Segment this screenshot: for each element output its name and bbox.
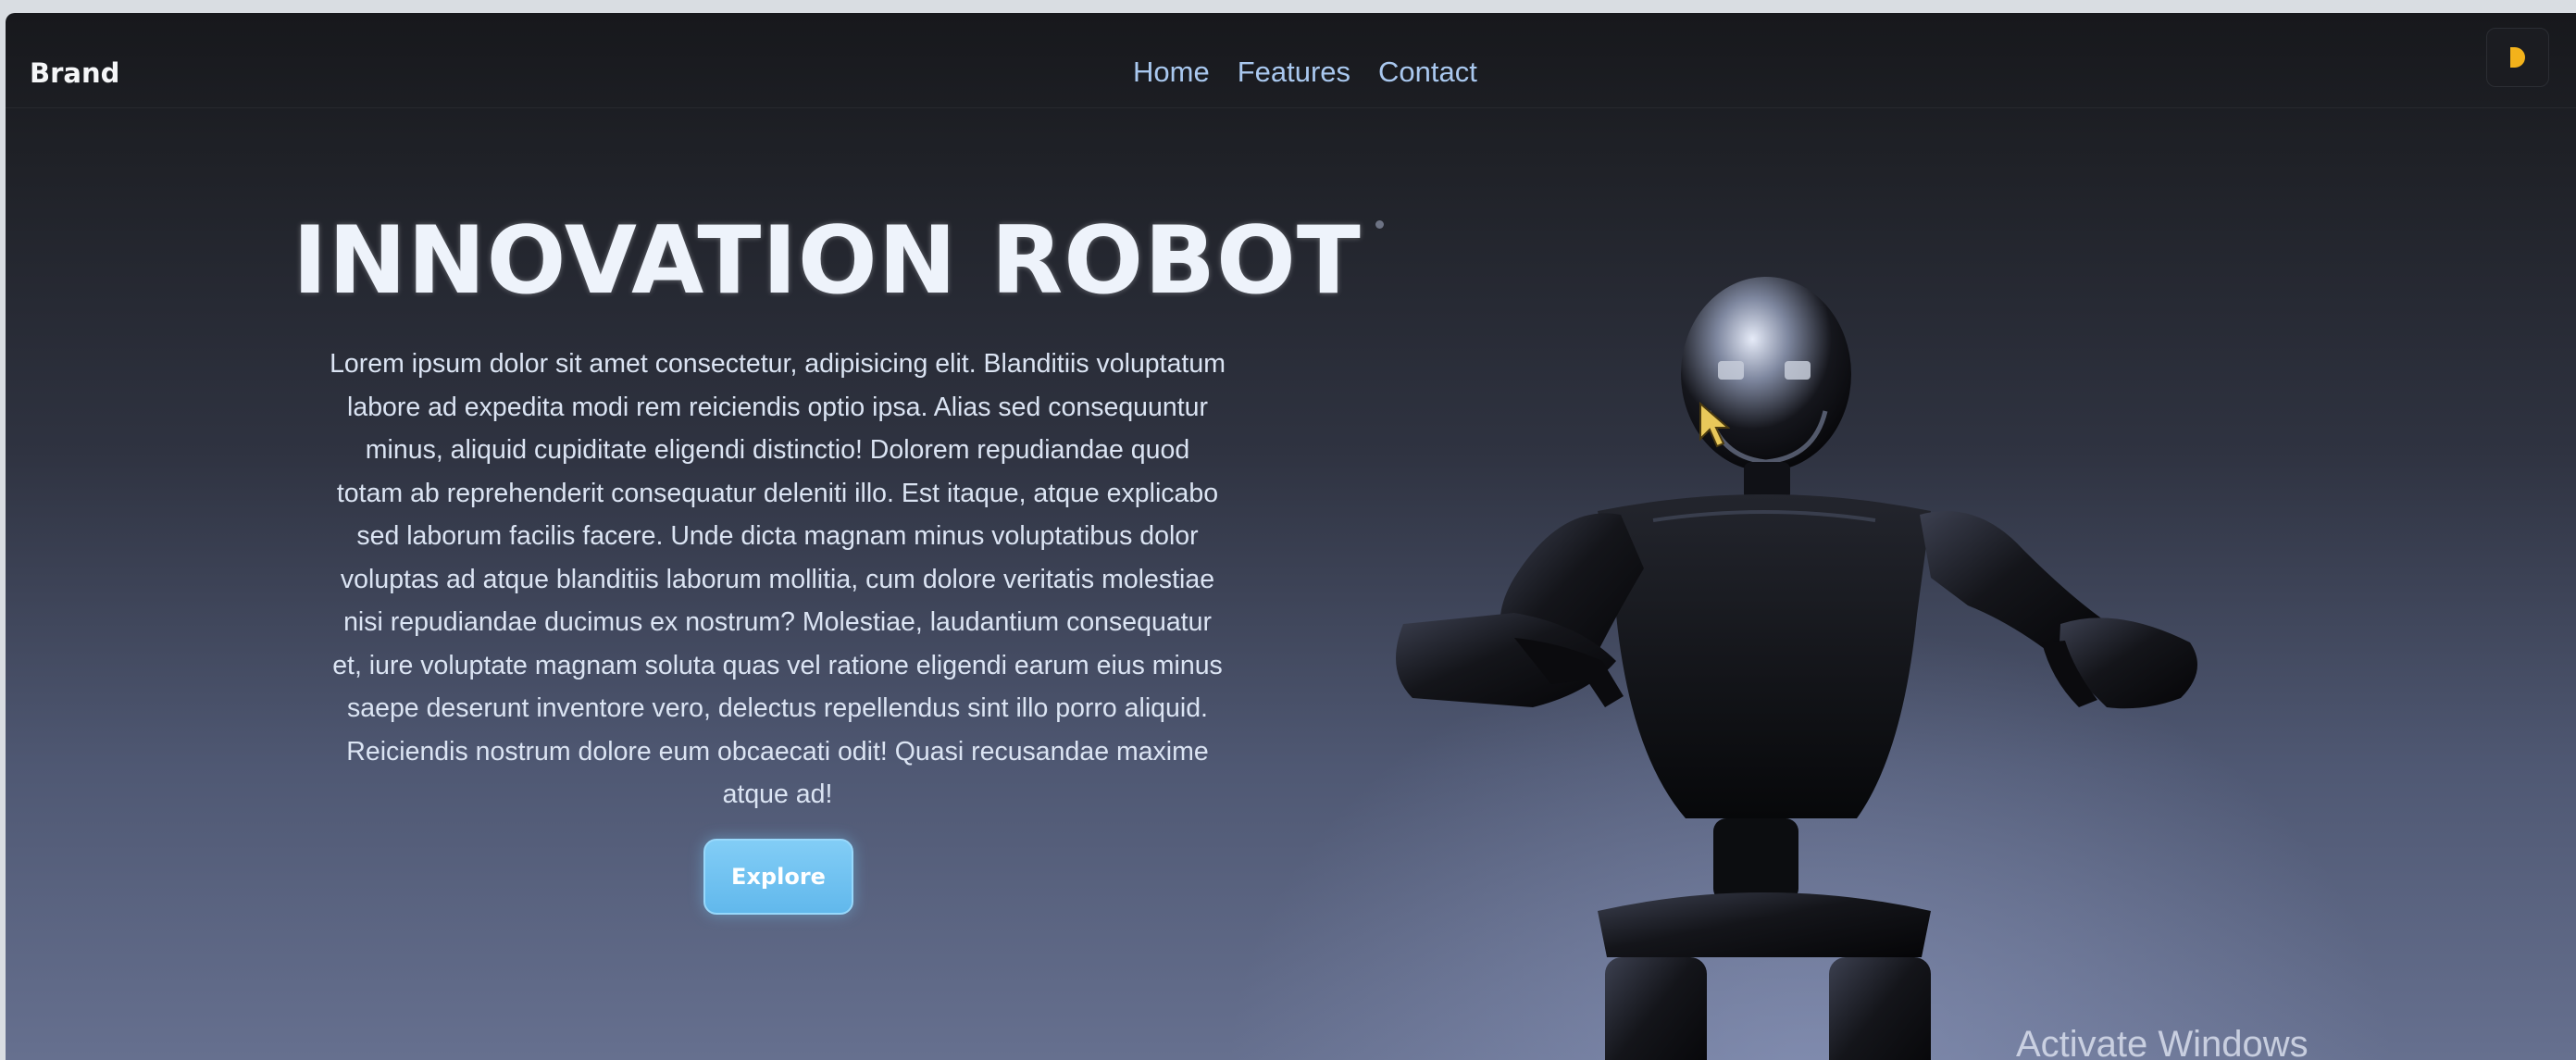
hero-title: INNOVATION ROBOT — [292, 206, 1362, 315]
mouse-cursor-icon — [1699, 402, 1730, 448]
nav-link-features[interactable]: Features — [1238, 56, 1350, 89]
nav-link-home[interactable]: Home — [1133, 56, 1210, 89]
activate-windows-watermark: Activate Windows — [2016, 1024, 2308, 1060]
nav-links: Home Features Contact — [1133, 56, 1477, 89]
robot-illustration — [1396, 277, 2197, 1060]
half-moon-icon — [2510, 47, 2525, 68]
browser-viewport: Brand Home Features Contact INNOVATION R… — [6, 13, 2576, 1060]
explore-button[interactable]: Explore — [703, 839, 853, 915]
brand-logo[interactable]: Brand — [30, 57, 119, 89]
theme-toggle-button[interactable] — [2486, 28, 2549, 87]
nav-link-contact[interactable]: Contact — [1378, 56, 1477, 89]
navbar: Brand Home Features Contact — [6, 13, 2576, 108]
decorative-dot — [1375, 220, 1384, 229]
hero-description: Lorem ipsum dolor sit amet consectetur, … — [330, 349, 1226, 809]
